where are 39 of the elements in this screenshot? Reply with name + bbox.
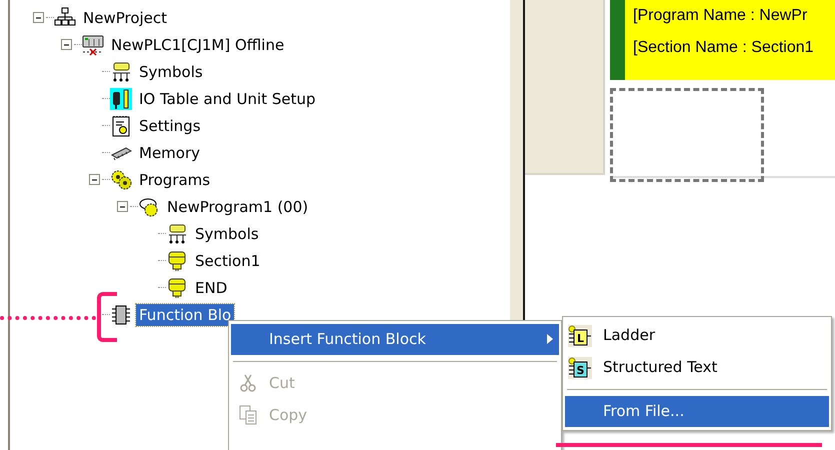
tree-item[interactable]: Function Blo (136, 304, 234, 326)
chip-icon (110, 304, 132, 326)
tree-item[interactable]: Programs (136, 168, 214, 190)
notepad-icon (110, 114, 132, 136)
plc-icon (82, 34, 104, 56)
ladder-icon: L (568, 325, 592, 347)
network-icon (54, 6, 76, 28)
section-icon (166, 276, 188, 298)
tree-item[interactable]: Symbols (192, 222, 262, 244)
tree-item[interactable]: END (192, 276, 230, 298)
menu-item[interactable]: S Structured Text (565, 352, 829, 383)
collapse-icon[interactable] (116, 201, 128, 212)
header-text: [Section Name : Section1 (633, 38, 815, 58)
symbols-icon (166, 222, 188, 244)
io-device-icon (110, 88, 132, 110)
bracket-mark (97, 292, 117, 342)
section-icon (166, 250, 188, 272)
tree-item[interactable]: NewPLC1[CJ1M] Offline (108, 34, 288, 56)
header-text: [Program Name : NewPr (633, 6, 808, 26)
scissors-icon (239, 373, 257, 393)
collapse-icon[interactable] (88, 174, 100, 185)
tree-item[interactable]: Symbols (136, 60, 206, 82)
symbols-icon (110, 60, 132, 82)
menu-item[interactable]: From File... (565, 396, 829, 427)
menu-item[interactable]: Insert Function Block (231, 324, 559, 355)
tree-item[interactable]: Memory (136, 142, 204, 164)
gears-icon (110, 168, 132, 190)
program-icon (138, 196, 160, 218)
collapse-icon[interactable] (32, 12, 44, 23)
tree-item[interactable]: NewProject (80, 6, 170, 28)
structured-text-icon: S (568, 357, 592, 379)
submenu-arrow-icon (547, 334, 553, 344)
menu-item[interactable]: L Ladder (565, 320, 829, 351)
tree-item[interactable]: Section1 (192, 250, 264, 272)
collapse-icon[interactable] (60, 39, 72, 50)
tree-item[interactable]: NewProgram1 (00) (164, 196, 312, 218)
tree-item[interactable]: IO Table and Unit Setup (136, 88, 319, 110)
copy-icon (239, 405, 257, 425)
tree-item[interactable]: Settings (136, 114, 204, 136)
